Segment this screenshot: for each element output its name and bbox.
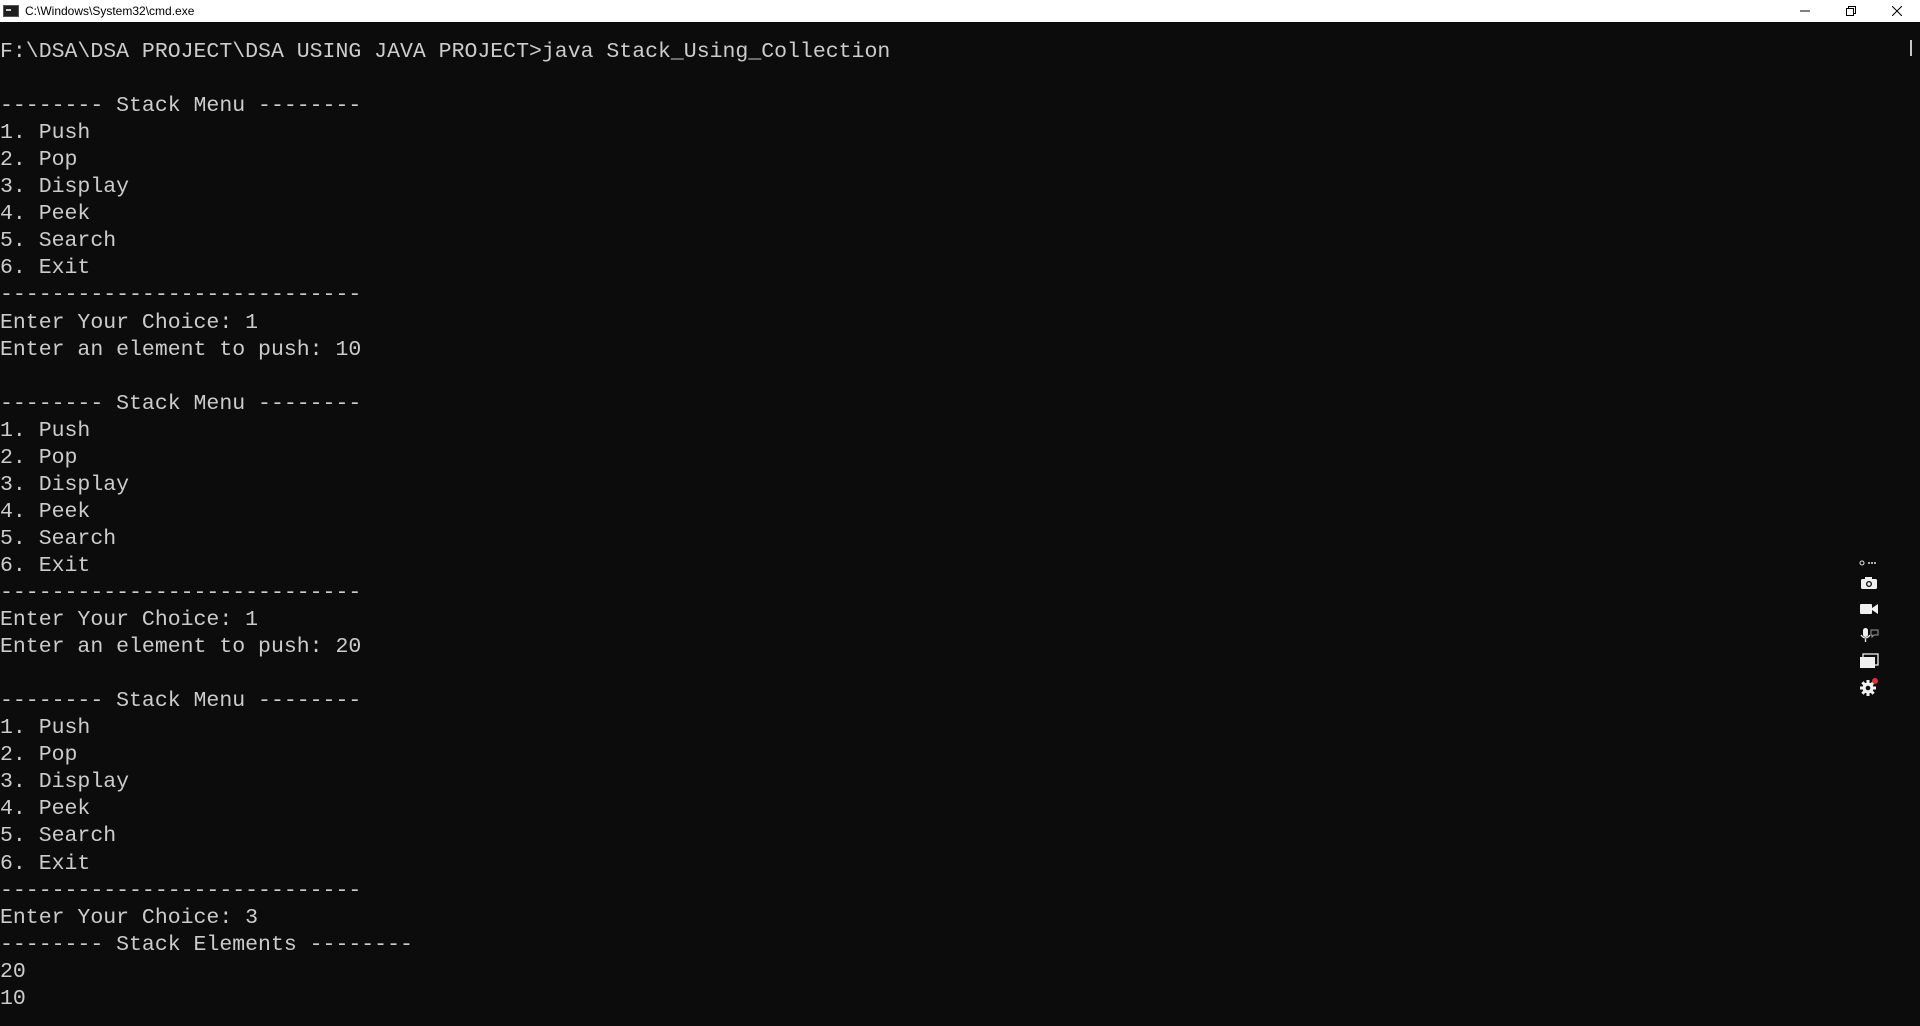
console-line: ---------------------------- <box>0 581 362 605</box>
close-icon <box>1892 6 1902 16</box>
console-line: ---------------------------- <box>0 878 362 903</box>
settings-button[interactable] <box>1855 674 1883 700</box>
window-title: C:\Windows\System32\cmd.exe <box>25 4 195 18</box>
console-line: -------- Stack Menu -------- <box>0 391 362 416</box>
mic-icon <box>1860 628 1879 642</box>
console-output[interactable]: F:\DSA\DSA PROJECT\DSA USING JAVA PROJEC… <box>0 22 1905 1026</box>
title-bar[interactable]: C:\Windows\System32\cmd.exe <box>0 0 1920 22</box>
console-line: 5. Search <box>0 526 117 551</box>
console-line: 3. Display <box>0 770 130 795</box>
console-line: 10 <box>0 986 26 1011</box>
console-line: Enter Your Choice: 3 <box>0 905 259 930</box>
console-line: 6. Exit <box>0 553 91 578</box>
console-line: 20 <box>0 959 26 984</box>
scrollbar-thumb[interactable] <box>1910 40 1912 56</box>
console-line: 2. Pop <box>0 445 78 470</box>
console-line: ---------------------------- <box>0 283 362 308</box>
console-line: 6. Exit <box>0 851 91 876</box>
console-line: -------- Stack Menu -------- <box>0 689 362 714</box>
console-line: -------- Stack Elements -------- <box>0 932 413 957</box>
console-line: Enter an element to push: 20 <box>0 635 362 660</box>
console-line: -------- Stack Menu -------- <box>0 94 362 119</box>
more-icon <box>1859 560 1876 566</box>
screenshot-button[interactable] <box>1855 570 1883 596</box>
console-line: 6. Exit <box>0 256 91 281</box>
console-line: 4. Peek <box>0 499 91 524</box>
camera-icon <box>1861 577 1877 589</box>
console-line: 5. Search <box>0 824 117 849</box>
console-line: F:\DSA\DSA PROJECT\DSA USING JAVA PROJEC… <box>0 40 891 64</box>
console-line: 1. Push <box>0 418 91 443</box>
video-icon <box>1860 604 1878 614</box>
console-line: 4. Peek <box>0 202 91 227</box>
console-line: 1. Push <box>0 121 91 146</box>
console-line: 4. Peek <box>0 797 91 822</box>
console-line: 5. Search <box>0 229 117 254</box>
console-line: 2. Pop <box>0 148 78 173</box>
restore-icon <box>1846 6 1856 16</box>
minimize-button[interactable] <box>1782 0 1828 22</box>
more-button[interactable] <box>1855 556 1883 570</box>
cmd-window: C:\Windows\System32\cmd.exe F:\DSA\DSA P… <box>0 0 1920 1026</box>
vertical-scrollbar[interactable] <box>1903 22 1920 1026</box>
console-line: 3. Display <box>0 472 130 497</box>
settings-icon <box>1860 678 1878 696</box>
recorder-toolbar <box>1855 556 1883 706</box>
console-line: 2. Pop <box>0 743 78 768</box>
cmd-icon[interactable] <box>3 5 19 17</box>
console-line: Enter Your Choice: 1 <box>0 310 259 335</box>
console-line: 1. Push <box>0 716 91 741</box>
console-line: 3. Display <box>0 175 130 200</box>
console-line: Enter Your Choice: 1 <box>0 608 259 633</box>
restore-button[interactable] <box>1828 0 1874 22</box>
mic-button[interactable] <box>1855 622 1883 648</box>
window-capture-button[interactable] <box>1855 648 1883 674</box>
close-button[interactable] <box>1874 0 1920 22</box>
window-controls <box>1782 0 1920 22</box>
minimize-icon <box>1800 10 1810 12</box>
record-button[interactable] <box>1855 596 1883 622</box>
console-line: Enter an element to push: 10 <box>0 337 362 362</box>
window-icon <box>1860 653 1879 668</box>
